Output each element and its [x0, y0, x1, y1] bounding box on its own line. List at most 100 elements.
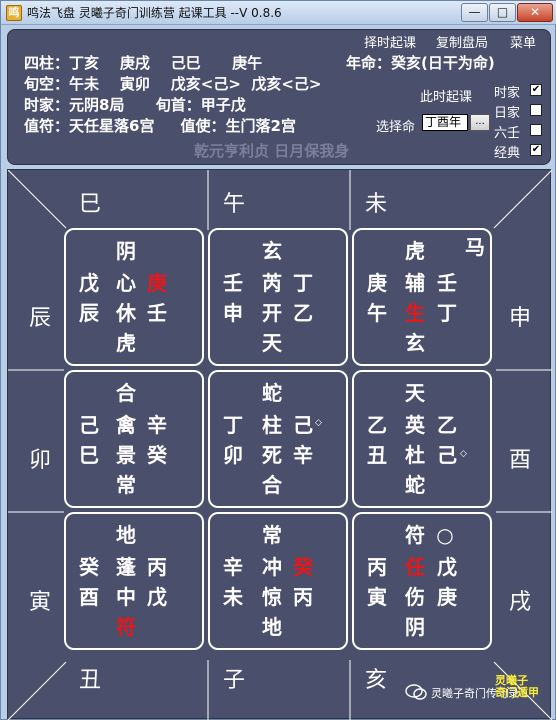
option-classic-checkbox[interactable]: ✔ [530, 144, 542, 156]
shijia-line: 时家：元阴8局 旬首：甲子戊 [24, 96, 246, 114]
branch-you: 酉 [508, 448, 531, 473]
palace-deity: 玄 [405, 331, 425, 355]
four-pillars-line: 四柱：丁亥 庚戌 己巳 庚午 [24, 54, 263, 72]
palace-stem-right-2: 壬 [147, 301, 167, 325]
menu-link[interactable]: 菜单 [510, 32, 536, 51]
now-cast-link[interactable]: 此时起课 [420, 86, 472, 105]
palace-stem-right-2: 乙 [293, 301, 313, 325]
option-shijia-checkbox[interactable]: ✔ [530, 84, 542, 96]
wechat-icon [405, 684, 427, 700]
select-life-button[interactable]: ... [470, 114, 490, 131]
palace-god: 玄 [262, 239, 282, 263]
year-life-line: 年命：癸亥(日干为命) [346, 54, 495, 72]
branch-chen: 辰 [28, 306, 51, 331]
palace-door: 死 [262, 443, 282, 467]
palace-stem-left: 乙 [367, 413, 387, 437]
palace-stem-right-2: 庚 [437, 585, 457, 609]
palace-door: 惊 [262, 585, 282, 609]
palace-god: 合 [116, 381, 136, 405]
palace-door: 生 [405, 301, 425, 325]
palace-stem-right: 庚 [147, 271, 167, 295]
corner-brand-line2: 奇门遁甲 [495, 686, 539, 699]
palace-branch: 辰 [79, 301, 99, 325]
palace-stem-right-2: 戊 [147, 585, 167, 609]
app-icon: 鸣 [6, 5, 22, 21]
palace-1[interactable]: 常 辛 冲 癸 未 惊 丙 地 [208, 512, 348, 650]
palace-stem-right: 壬 [437, 271, 457, 295]
palace-stem-left: 丁 [223, 413, 243, 437]
palace-god: 阴 [116, 239, 136, 263]
close-button[interactable]: ✕ [517, 3, 553, 22]
palace-branch: 寅 [367, 585, 387, 609]
palace-5[interactable]: 蛇 丁 柱 己 ◇ 卯 死 辛 合 [208, 370, 348, 508]
option-rijia-checkbox[interactable] [530, 104, 542, 116]
palace-stem-left: 庚 [367, 271, 387, 295]
palace-branch: 申 [223, 301, 243, 325]
palace-stem-right: 癸 [293, 555, 313, 579]
branch-wei: 未 [364, 192, 387, 217]
palace-god: 天 [405, 381, 425, 405]
palace-stem-left: 戊 [79, 271, 99, 295]
palace-branch: 未 [223, 585, 243, 609]
palace-stem-right: 丙 [147, 555, 167, 579]
palace-3[interactable]: 合 己 禽 辛 巳 景 癸 常 [64, 370, 204, 508]
palace-deity: 常 [116, 473, 136, 497]
circle-marker: ○ [436, 523, 454, 547]
app-window: 鸣 鸣法飞盘 灵曦子奇门训练营 起课工具 --V 0.8.6 — □ ✕ 择时起… [0, 0, 556, 720]
diamond-mark: ◇ [460, 449, 467, 459]
palace-stem-right-2: 己 [437, 443, 457, 467]
palace-star: 禽 [116, 413, 136, 437]
palace-star: 辅 [405, 271, 425, 295]
palace-branch: 酉 [79, 585, 99, 609]
palace-4[interactable]: 阴 戊 心 庚 辰 休 壬 虎 [64, 228, 204, 366]
palace-stem-left: 丙 [367, 555, 387, 579]
motto-text: 乾元亨利贞 日月保我身 [194, 142, 350, 160]
palace-god: 蛇 [262, 381, 282, 405]
select-life-label: 选择命 [376, 120, 416, 135]
palace-god: 符 [405, 523, 425, 547]
select-life-field[interactable]: 丁酉年 [422, 114, 468, 131]
palace-star: 芮 [262, 271, 282, 295]
branch-wu: 午 [222, 192, 245, 217]
palace-stem-left: 壬 [223, 271, 243, 295]
copy-board-link[interactable]: 复制盘局 [436, 32, 488, 51]
diamond-mark: ◇ [315, 418, 322, 428]
maximize-button[interactable]: □ [489, 3, 516, 22]
zhifu-line: 值符：天任星落6宫 值使：生门落2宫 [24, 117, 296, 135]
minimize-button[interactable]: — [461, 3, 488, 22]
palace-7[interactable]: 天 乙 英 乙 丑 杜 己 ◇ 蛇 [352, 370, 492, 508]
palace-door: 伤 [405, 585, 425, 609]
palace-branch: 卯 [223, 443, 243, 467]
palace-stem-right: 己 [293, 413, 313, 437]
branch-hai: 亥 [364, 668, 387, 693]
palace-stem-right: 乙 [437, 413, 457, 437]
palace-god: 地 [116, 523, 136, 547]
palace-star: 冲 [262, 555, 282, 579]
palace-2[interactable]: 虎 马 庚 辅 壬 午 生 丁 玄 [352, 228, 492, 366]
option-liuren-label: 六壬 [494, 126, 521, 141]
palace-8[interactable]: 地 癸 蓬 丙 酉 中 戊 符 [64, 512, 204, 650]
palace-star: 蓬 [116, 555, 136, 579]
palace-star: 柱 [262, 413, 282, 437]
palace-branch: 丑 [367, 443, 387, 467]
palace-stem-right: 戊 [437, 555, 457, 579]
palace-branch: 午 [367, 301, 387, 325]
choose-time-link[interactable]: 择时起课 [364, 32, 416, 51]
palace-door: 开 [262, 301, 282, 325]
palace-9[interactable]: 玄 壬 芮 丁 申 开 乙 天 [208, 228, 348, 366]
palace-6[interactable]: 符 ○ 丙 任 戊 寅 伤 庚 阴 [352, 512, 492, 650]
option-liuren-checkbox[interactable] [530, 124, 542, 136]
palace-stem-left: 己 [79, 413, 99, 437]
branch-si: 巳 [78, 192, 101, 217]
palace-stem-right-2: 丁 [437, 301, 457, 325]
palace-deity: 地 [262, 615, 282, 639]
branch-xu: 戌 [508, 590, 531, 615]
palace-stem-left: 辛 [223, 555, 243, 579]
palace-god: 常 [262, 523, 282, 547]
title-bar: 鸣 鸣法飞盘 灵曦子奇门训练营 起课工具 --V 0.8.6 — □ ✕ [1, 1, 556, 25]
corner-brand: 灵曦子 奇门遁甲 [495, 675, 539, 699]
palace-door: 休 [116, 301, 136, 325]
palace-deity: 蛇 [405, 473, 425, 497]
xunkong-line: 旬空：午未 寅卯 戊亥<己> 戊亥<己> [24, 75, 322, 93]
horse-marker: 马 [465, 235, 485, 259]
